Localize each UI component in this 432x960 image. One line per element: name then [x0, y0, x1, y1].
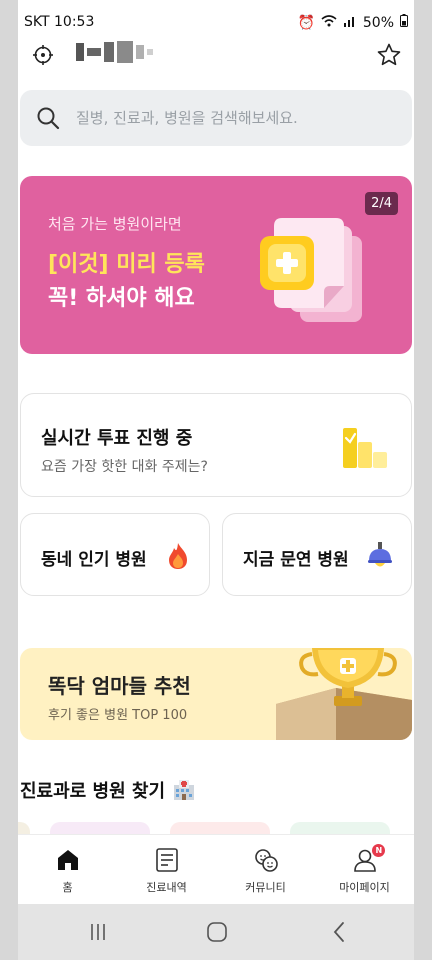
search-bar[interactable]: [20, 90, 412, 146]
carrier-label: SKT: [24, 14, 50, 30]
new-badge: N: [372, 844, 386, 857]
star-icon[interactable]: [376, 42, 402, 68]
fire-icon: [169, 543, 187, 569]
tab-label: 커뮤니티: [245, 881, 286, 894]
trophy-icon: [276, 648, 412, 740]
battery-level: 50%: [362, 14, 394, 31]
banner-pager: 2/4: [365, 192, 398, 215]
app-screen: SKT 10:53 ⏰ 50% 질병, 진료과, 병원을 검색해보세요. 처음 …: [18, 0, 414, 960]
tab-home[interactable]: 홈: [18, 835, 117, 904]
wifi-icon: [321, 14, 337, 31]
top-bar: [18, 36, 414, 80]
frame-right: [414, 0, 432, 960]
tab-label: 마이페이지: [339, 881, 390, 894]
clock-label: 10:53: [54, 14, 95, 30]
search-icon: [37, 107, 60, 130]
recent-apps-icon[interactable]: [86, 920, 110, 944]
status-left: SKT 10:53: [24, 14, 94, 30]
promo-banner[interactable]: 처음 가는 병원이라면 [이것] 미리 등록 꼭! 하셔야 해요 2/4: [20, 176, 412, 354]
tab-label: 홈: [62, 881, 73, 894]
popular-hospital-card[interactable]: 동네 인기 병원: [20, 513, 210, 596]
phone-frame: SKT 10:53 ⏰ 50% 질병, 진료과, 병원을 검색해보세요. 처음 …: [0, 0, 432, 960]
location-title-redacted[interactable]: [76, 38, 166, 66]
home-button-icon[interactable]: [205, 920, 229, 944]
recommend-title: 똑닥 엄마들 추천: [48, 674, 191, 698]
banner-headline: 꼭! 하셔야 해요: [48, 286, 195, 311]
bottom-tab-bar: 홈 진료내역 커뮤니티 N 마이페이지: [18, 834, 414, 904]
hospital-icon: [174, 780, 195, 800]
live-vote-card[interactable]: 실시간 투표 진행 중 요즘 가장 핫한 대화 주제는?: [20, 393, 412, 497]
bar-chart-check-icon: [343, 428, 387, 468]
alarm-icon: ⏰: [297, 14, 315, 31]
home-icon: [57, 850, 78, 870]
tab-mypage[interactable]: N 마이페이지: [315, 835, 414, 904]
document-icon: [155, 848, 178, 872]
battery-icon: [400, 14, 408, 31]
tab-history[interactable]: 진료내역: [117, 835, 216, 904]
community-icon: [254, 849, 278, 872]
tab-community[interactable]: 커뮤니티: [216, 835, 315, 904]
open-hospital-label: 지금 문연 병원: [243, 550, 349, 570]
banner-highlight: [이것] 미리 등록: [48, 252, 205, 277]
status-right: ⏰ 50%: [297, 14, 408, 31]
department-section-title: 진료과로 병원 찾기: [20, 777, 195, 803]
lamp-icon: [368, 542, 392, 567]
frame-left: [0, 0, 18, 960]
back-icon[interactable]: [328, 920, 352, 944]
signal-icon: [343, 15, 357, 31]
system-nav-bar: [18, 904, 414, 960]
vote-desc: 요즘 가장 핫한 대화 주제는?: [41, 459, 208, 475]
document-illustration-icon: [260, 218, 362, 322]
status-bar: SKT 10:53 ⏰ 50%: [18, 0, 414, 34]
mom-recommend-card[interactable]: 똑닥 엄마들 추천 후기 좋은 병원 TOP 100: [20, 648, 412, 740]
banner-subtitle: 처음 가는 병원이라면: [48, 215, 182, 233]
recommend-desc: 후기 좋은 병원 TOP 100: [48, 708, 188, 723]
vote-title: 실시간 투표 진행 중: [41, 428, 193, 449]
search-input[interactable]: [76, 90, 396, 146]
popular-hospital-label: 동네 인기 병원: [41, 550, 147, 570]
location-target-icon[interactable]: [32, 44, 54, 66]
tab-label: 진료내역: [146, 881, 187, 894]
section-title-text: 진료과로 병원 찾기: [20, 781, 166, 802]
open-hospital-card[interactable]: 지금 문연 병원: [222, 513, 412, 596]
